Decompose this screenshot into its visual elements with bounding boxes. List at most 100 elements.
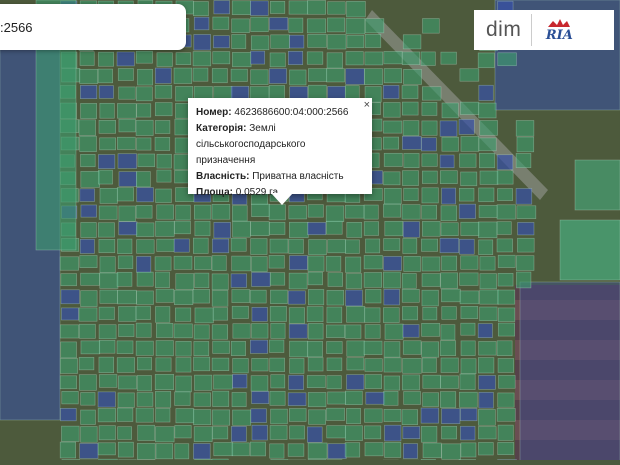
parcel-green[interactable]	[288, 444, 304, 457]
parcel-blue[interactable]	[61, 290, 79, 304]
parcel-green[interactable]	[289, 239, 304, 253]
parcel-green[interactable]	[156, 221, 175, 236]
parcel-green[interactable]	[327, 376, 342, 389]
parcel-green[interactable]	[193, 52, 211, 66]
parcel-green[interactable]	[136, 205, 152, 218]
parcel-blue[interactable]	[194, 17, 209, 30]
parcel-blue[interactable]	[250, 1, 268, 16]
parcel-green[interactable]	[118, 256, 133, 269]
parcel-green[interactable]	[251, 36, 269, 50]
parcel-green[interactable]	[232, 256, 251, 271]
parcel-green[interactable]	[118, 239, 132, 254]
parcel-green[interactable]	[345, 391, 362, 405]
parcel-green[interactable]	[80, 136, 97, 152]
parcel-green[interactable]	[60, 257, 79, 270]
parcel-green[interactable]	[194, 257, 211, 270]
parcel-green[interactable]	[516, 120, 534, 136]
parcel-green[interactable]	[99, 120, 116, 133]
parcel-green[interactable]	[176, 53, 191, 65]
parcel-green[interactable]	[385, 324, 403, 339]
parcel-green[interactable]	[422, 323, 440, 336]
parcel-green[interactable]	[308, 443, 327, 459]
parcel-green[interactable]	[497, 222, 511, 235]
parcel-green[interactable]	[402, 85, 418, 98]
parcel-green[interactable]	[308, 323, 323, 339]
parcel-green[interactable]	[422, 188, 438, 203]
parcel-green[interactable]	[364, 255, 382, 269]
parcel-green[interactable]	[498, 255, 515, 267]
parcel-green[interactable]	[157, 53, 173, 67]
parcel-green[interactable]	[326, 221, 342, 234]
parcel-green[interactable]	[174, 256, 192, 269]
parcel-blue[interactable]	[346, 69, 365, 85]
parcel-green[interactable]	[155, 103, 172, 116]
parcel-green[interactable]	[498, 358, 514, 372]
parcel-blue[interactable]	[479, 85, 493, 100]
parcel-green[interactable]	[118, 427, 132, 440]
parcel-blue[interactable]	[442, 409, 460, 424]
parcel-green[interactable]	[498, 323, 514, 336]
parcel-green[interactable]	[478, 410, 495, 426]
parcel-green[interactable]	[175, 392, 191, 406]
parcel-green[interactable]	[461, 341, 475, 356]
parcel-blue[interactable]	[119, 172, 137, 187]
parcel-blue[interactable]	[119, 222, 137, 235]
parcel-blue[interactable]	[137, 256, 151, 272]
parcel-green[interactable]	[118, 68, 133, 80]
parcel-green[interactable]	[423, 19, 440, 34]
parcel-green[interactable]	[517, 206, 536, 219]
parcel-green[interactable]	[307, 19, 326, 33]
parcel-green[interactable]	[327, 290, 344, 305]
parcel-blue[interactable]	[212, 239, 228, 253]
parcel-green[interactable]	[80, 427, 97, 443]
parcel-green[interactable]	[270, 358, 285, 372]
parcel-green[interactable]	[269, 255, 284, 268]
parcel-green[interactable]	[478, 358, 494, 373]
parcel-green[interactable]	[270, 425, 287, 439]
parcel-green[interactable]	[155, 307, 169, 323]
parcel-green[interactable]	[308, 85, 326, 99]
parcel-green[interactable]	[498, 290, 515, 304]
parcel-blue[interactable]	[460, 408, 477, 420]
parcel-green[interactable]	[402, 102, 418, 115]
parcel-blue[interactable]	[231, 274, 247, 288]
parcel-green[interactable]	[212, 290, 228, 306]
parcel-green[interactable]	[233, 358, 249, 372]
close-icon[interactable]: ×	[364, 97, 370, 113]
parcel-green[interactable]	[174, 68, 192, 83]
parcel-green[interactable]	[118, 376, 136, 389]
parcel-green[interactable]	[232, 19, 250, 33]
parcel-green[interactable]	[289, 1, 308, 14]
parcel-green[interactable]	[270, 340, 284, 352]
parcel-green[interactable]	[155, 137, 170, 150]
parcel-green[interactable]	[270, 53, 285, 67]
parcel-green[interactable]	[480, 171, 498, 184]
parcel-green[interactable]	[347, 358, 364, 370]
parcel-green[interactable]	[81, 410, 96, 424]
parcel-green[interactable]	[137, 393, 153, 407]
parcel-green[interactable]	[442, 256, 457, 270]
parcel-green[interactable]	[193, 2, 208, 16]
parcel-green[interactable]	[422, 358, 436, 373]
parcel-green[interactable]	[174, 221, 190, 234]
parcel-blue[interactable]	[252, 272, 271, 286]
parcel-green[interactable]	[383, 137, 398, 149]
parcel-green[interactable]	[156, 408, 170, 422]
parcel-green[interactable]	[345, 240, 359, 254]
parcel-green[interactable]	[308, 289, 323, 304]
parcel-green[interactable]	[176, 376, 192, 392]
parcel-green[interactable]	[441, 376, 459, 389]
parcel-green[interactable]	[442, 307, 457, 320]
parcel-green[interactable]	[480, 257, 495, 271]
parcel-green[interactable]	[231, 238, 246, 251]
parcel-green[interactable]	[422, 257, 440, 271]
parcel-blue[interactable]	[366, 392, 385, 404]
parcel-green[interactable]	[214, 442, 233, 455]
parcel-green[interactable]	[440, 341, 456, 356]
parcel-blue[interactable]	[81, 205, 97, 217]
parcel-green[interactable]	[98, 408, 116, 421]
parcel-green[interactable]	[364, 222, 378, 236]
parcel-green[interactable]	[307, 375, 325, 387]
parcel-green[interactable]	[194, 325, 209, 339]
parcel-green[interactable]	[269, 205, 285, 220]
